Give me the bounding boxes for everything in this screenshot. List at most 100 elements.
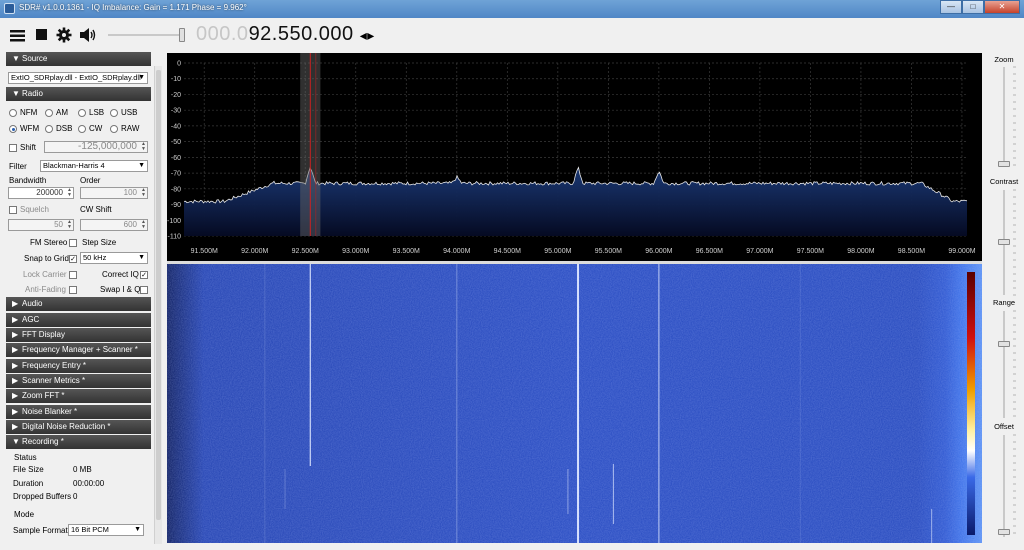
gear-icon[interactable]	[56, 27, 72, 43]
mode-label-nfm: NFM	[20, 108, 38, 117]
mode-radio-raw[interactable]	[110, 125, 118, 133]
snap-to-grid-checkbox[interactable]: ✓	[69, 255, 77, 263]
section-header-frequency-entry[interactable]: ▶ Frequency Entry *	[6, 359, 151, 373]
window-controls: — □ ✕	[940, 0, 1020, 14]
frequency-value: 92.550.000	[248, 23, 354, 45]
spinner-arrows-icon[interactable]: ▲ ▼	[141, 188, 146, 198]
left-panel: ▼ Source ExtIO_SDRplay.dll - ExtIO_SDRpla…	[6, 52, 151, 546]
mode-radio-usb[interactable]	[110, 109, 118, 117]
waterfall-display[interactable]	[167, 264, 982, 543]
collapsed-triangle-icon: ▶	[12, 391, 19, 400]
left-panel-scrollbar[interactable]	[154, 66, 162, 544]
spectrum-y-tick-label: -30	[171, 108, 181, 115]
order-input[interactable]: 100 ▲ ▼	[80, 187, 148, 199]
section-header-noise-blanker[interactable]: ▶ Noise Blanker *	[6, 405, 151, 419]
shift-input[interactable]: -125,000,000 ▲ ▼	[44, 141, 148, 153]
spectrum-x-tick-label: 98.000M	[847, 248, 874, 255]
cw-shift-label: CW Shift	[80, 205, 112, 214]
section-header-source[interactable]: ▼ Source	[6, 52, 151, 66]
frequency-step-arrows-icon[interactable]: ◂▸	[360, 27, 375, 43]
lock-carrier-checkbox[interactable]	[69, 271, 77, 279]
spinner-arrows-icon[interactable]: ▲ ▼	[67, 220, 72, 230]
section-header-recording[interactable]: ▼ Recording *	[6, 435, 151, 449]
mode-label-cw: CW	[89, 124, 103, 133]
section-header-audio[interactable]: ▶ Audio	[6, 297, 151, 311]
source-device-select[interactable]: ExtIO_SDRplay.dll - ExtIO_SDRplay.dll ▼	[8, 72, 148, 84]
spectrum-x-tick-label: 95.000M	[544, 248, 571, 255]
speaker-icon[interactable]	[80, 27, 96, 43]
recording-mode-label: Mode	[14, 510, 35, 519]
volume-slider-track[interactable]	[108, 34, 184, 36]
frequency-leading-zeros: 000.0	[196, 23, 249, 45]
mode-radio-dsb[interactable]	[45, 125, 53, 133]
anti-fading-checkbox[interactable]	[69, 286, 77, 294]
spinner-arrows-icon[interactable]: ▲ ▼	[67, 188, 72, 198]
bandwidth-input[interactable]: 200000 ▲ ▼	[8, 187, 74, 199]
collapsed-triangle-icon: ▶	[12, 361, 19, 370]
fm-stereo-checkbox[interactable]	[69, 239, 77, 247]
section-header-frequency-manager[interactable]: ▶ Frequency Manager + Scanner *	[6, 343, 151, 357]
dropdown-arrow-icon: ▼	[138, 162, 145, 169]
collapsed-triangle-icon: ▶	[12, 407, 19, 416]
expanded-triangle-icon: ▼	[12, 437, 20, 446]
spectrum-y-tick-label: -60	[171, 155, 181, 162]
mode-label-raw: RAW	[121, 124, 140, 133]
filter-select[interactable]: Blackman-Harris 4 ▼	[40, 160, 148, 172]
section-header-agc[interactable]: ▶ AGC	[6, 313, 151, 327]
anti-fading-label: Anti-Fading	[25, 285, 66, 294]
spectrum-x-tick-label: 97.000M	[746, 248, 773, 255]
window-title: SDR# v1.0.0.1361 - IQ Imbalance: Gain = …	[19, 3, 247, 12]
spectrum-analyzer[interactable]: 0 -10 -20 -30 -40 -50 -60 -70 -80 -90 -100 -110 91.5…	[167, 53, 982, 261]
hamburger-menu-icon[interactable]	[10, 27, 25, 43]
bandwidth-label: Bandwidth	[9, 176, 47, 185]
cw-shift-input[interactable]: 600 ▲ ▼	[80, 219, 148, 231]
spectrum-x-tick-label: 94.000M	[443, 248, 470, 255]
squelch-label: Squelch	[20, 205, 49, 214]
volume-slider-thumb[interactable]	[179, 28, 185, 42]
squelch-checkbox[interactable]	[9, 206, 17, 214]
collapsed-triangle-icon: ▶	[12, 376, 19, 385]
step-size-select[interactable]: 50 kHz ▼	[80, 252, 148, 264]
swap-iq-label: Swap I & Q	[100, 285, 141, 294]
frequency-display[interactable]: 000.092.550.000 ◂▸	[196, 23, 375, 46]
spectrum-x-tick-label: 96.500M	[696, 248, 723, 255]
right-panel: Zoom Contrast Range Offset	[984, 52, 1024, 546]
section-header-radio[interactable]: ▼ Radio	[6, 87, 151, 101]
left-panel-scrollbar-thumb[interactable]	[156, 70, 161, 520]
maximize-button[interactable]: □	[962, 0, 984, 14]
swap-iq-checkbox[interactable]	[140, 286, 148, 294]
mode-radio-nfm[interactable]	[9, 109, 17, 117]
spinner-arrows-icon[interactable]: ▲ ▼	[141, 220, 146, 230]
step-size-label: Step Size	[82, 238, 117, 247]
spectrum-x-tick-label: 98.500M	[898, 248, 925, 255]
section-header-zoom-fft[interactable]: ▶ Zoom FFT *	[6, 389, 151, 403]
mode-radio-wfm[interactable]	[9, 125, 17, 133]
section-header-fft-display[interactable]: ▶ FFT Display	[6, 328, 151, 342]
section-header-digital-noise-reduction[interactable]: ▶ Digital Noise Reduction *	[6, 420, 151, 434]
app-icon	[4, 3, 15, 14]
collapsed-triangle-icon: ▶	[12, 345, 19, 354]
dropdown-arrow-icon: ▼	[138, 74, 145, 81]
close-button[interactable]: ✕	[984, 0, 1020, 14]
filter-label: Filter	[9, 162, 27, 171]
mode-radio-lsb[interactable]	[78, 109, 86, 117]
mode-radio-cw[interactable]	[78, 125, 86, 133]
file-size-value: 0 MB	[73, 465, 92, 474]
minimize-button[interactable]: —	[940, 0, 962, 14]
section-header-scanner-metrics[interactable]: ▶ Scanner Metrics *	[6, 374, 151, 388]
stop-icon[interactable]	[36, 27, 48, 43]
shift-checkbox[interactable]	[9, 144, 17, 152]
spinner-arrows-icon[interactable]: ▲ ▼	[141, 142, 146, 152]
sample-format-select[interactable]: 16 Bit PCM ▼	[68, 524, 144, 536]
duration-label: Duration	[13, 479, 44, 488]
mode-label-wfm: WFM	[20, 124, 40, 133]
spectrum-x-tick-label: 96.000M	[645, 248, 672, 255]
squelch-input[interactable]: 50 ▲ ▼	[8, 219, 74, 231]
spectrum-x-tick-label: 99.000M	[948, 248, 975, 255]
collapsed-triangle-icon: ▶	[12, 422, 19, 431]
slider-tick-marks	[1013, 66, 1016, 534]
collapsed-triangle-icon: ▶	[12, 330, 19, 339]
correct-iq-checkbox[interactable]: ✓	[140, 271, 148, 279]
dropped-buffers-value: 0	[73, 492, 78, 501]
mode-radio-am[interactable]	[45, 109, 53, 117]
